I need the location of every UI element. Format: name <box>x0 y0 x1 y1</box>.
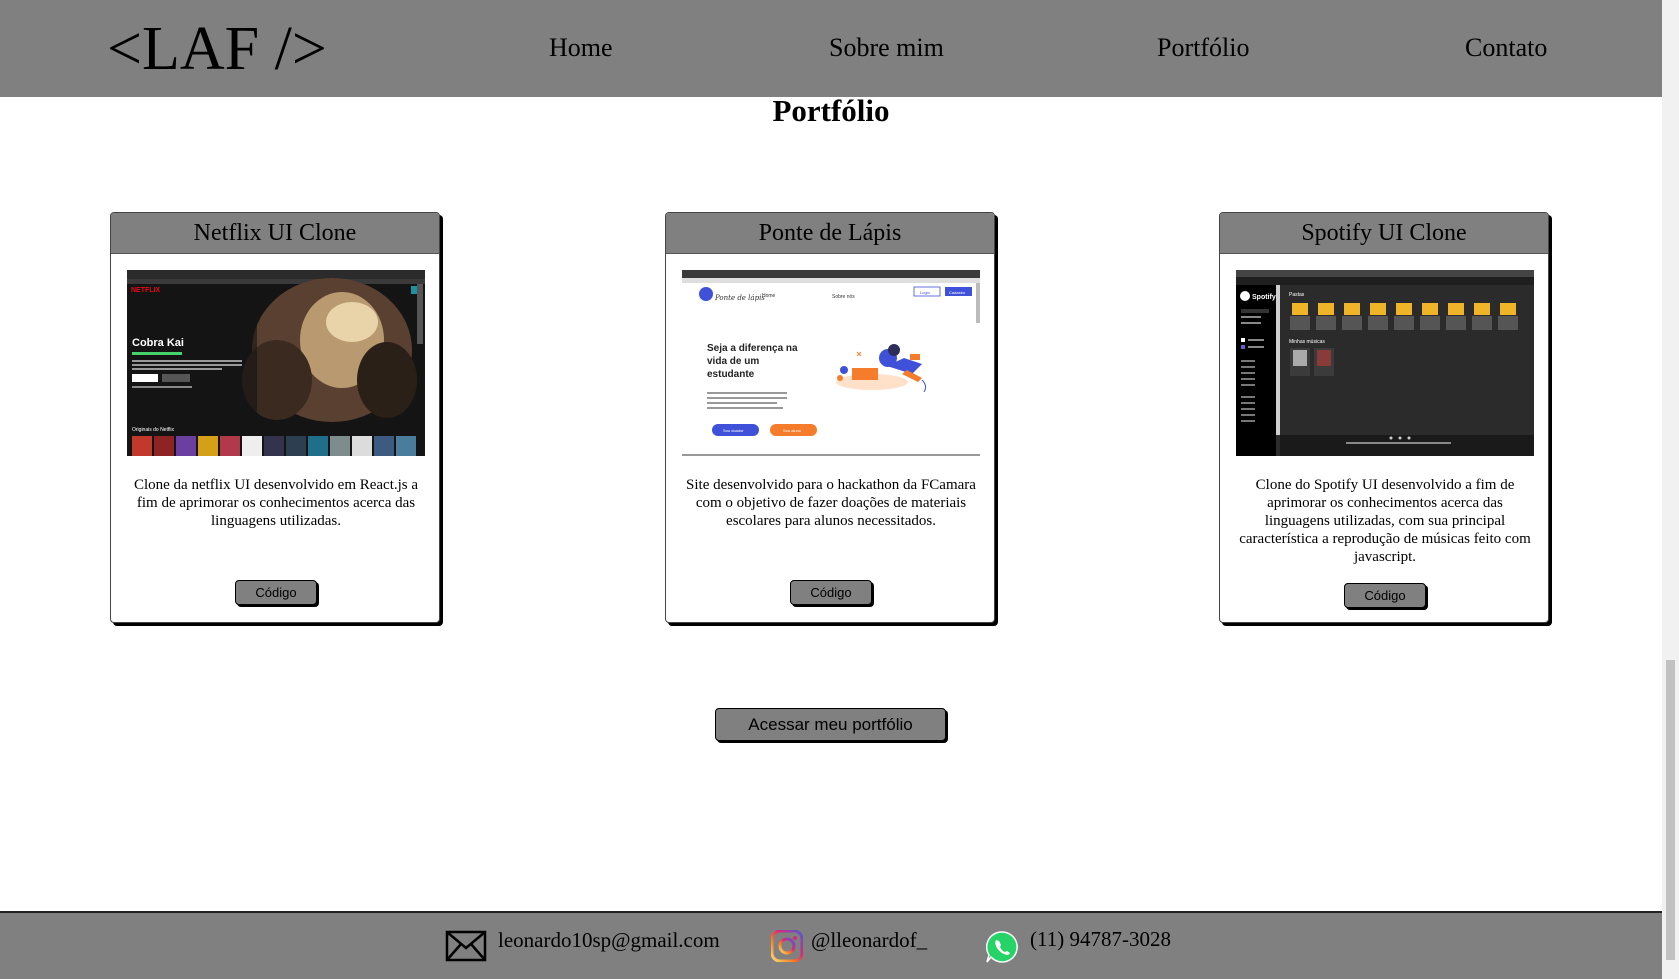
card-description: Clone da netflix UI desenvolvido em Reac… <box>133 477 419 529</box>
ponte-login: Login <box>920 290 930 295</box>
footer: leonardo10sp@gmail.com @lleonardof_ (11)… <box>0 911 1662 979</box>
netflix-screenshot: NETFLIX Cobra Kai Originais do Netflix <box>127 270 425 456</box>
project-card-spotify: Spotify UI Clone Spotify Pastas Minhas m… <box>1219 212 1549 623</box>
ponte-nav-sobre: Sobre nós <box>832 294 855 300</box>
ponte-cta-doador: Sou doador <box>723 428 744 433</box>
ponte-de-lapis-screenshot: Ponte de lápis Home Sobre nós Login Cada… <box>682 270 980 456</box>
ponte-cadastro: Cadastro <box>949 290 966 295</box>
svg-text:Ponte de lápis: Ponte de lápis <box>714 294 765 302</box>
spotify-logo-text: Spotify <box>1252 294 1276 301</box>
email-text: leonardo10sp@gmail.com <box>498 928 720 952</box>
nav-contato[interactable]: Contato <box>1465 32 1547 64</box>
page: <LAF /> Home Sobre mim Portfólio Contato… <box>0 0 1662 979</box>
spotify-section-musicas: Minhas músicas <box>1289 339 1325 345</box>
nav-sobre-mim[interactable]: Sobre mim <box>829 32 944 64</box>
card-title: Ponte de Lápis <box>666 213 994 254</box>
page-scrollbar[interactable] <box>1662 0 1679 979</box>
ponte-headline-1: Seja a diferença na <box>707 343 798 354</box>
netflix-logo-text: NETFLIX <box>131 287 160 294</box>
whatsapp-icon <box>985 930 1019 968</box>
envelope-icon <box>445 930 487 966</box>
instagram-icon <box>770 929 804 966</box>
spotify-screenshot: Spotify Pastas Minhas músicas <box>1236 270 1534 456</box>
access-portfolio-button[interactable]: Acessar meu portfólio <box>715 708 946 741</box>
header: <LAF /> Home Sobre mim Portfólio Contato <box>0 0 1662 97</box>
card-title: Netflix UI Clone <box>111 213 439 254</box>
ponte-cta-aluno: Sou aluno <box>783 428 802 433</box>
ponte-nav-home: Home <box>762 293 776 299</box>
project-card-netflix: Netflix UI Clone NETFLIX Cobra Kai Origi… <box>110 212 440 623</box>
section-title: Portfólio <box>772 93 890 128</box>
card-description: Site desenvolvido para o hackathon da FC… <box>686 477 976 529</box>
scrollbar-thumb[interactable] <box>1666 660 1675 960</box>
code-button[interactable]: Código <box>790 580 872 605</box>
phone-text: (11) 94787-3028 <box>1030 927 1171 951</box>
instagram-handle: @lleonardof_ <box>811 928 928 952</box>
card-title: Spotify UI Clone <box>1220 213 1548 254</box>
ponte-headline-2: vida de um <box>707 356 759 367</box>
nav-home[interactable]: Home <box>549 32 613 64</box>
nav-portfolio[interactable]: Portfólio <box>1157 32 1249 64</box>
project-card-ponte-de-lapis: Ponte de Lápis Ponte de lápis Home Sobre… <box>665 212 995 623</box>
netflix-row-label: Originais do Netflix <box>132 427 174 433</box>
site-logo[interactable]: <LAF /> <box>107 12 327 86</box>
code-button[interactable]: Código <box>235 580 317 605</box>
spotify-section-pastas: Pastas <box>1289 292 1305 298</box>
ponte-headline-3: estudante <box>707 369 755 380</box>
card-description: Clone do Spotify UI desenvolvido a fim d… <box>1239 477 1531 565</box>
netflix-hero-title: Cobra Kai <box>132 337 184 349</box>
code-button[interactable]: Código <box>1344 583 1426 608</box>
